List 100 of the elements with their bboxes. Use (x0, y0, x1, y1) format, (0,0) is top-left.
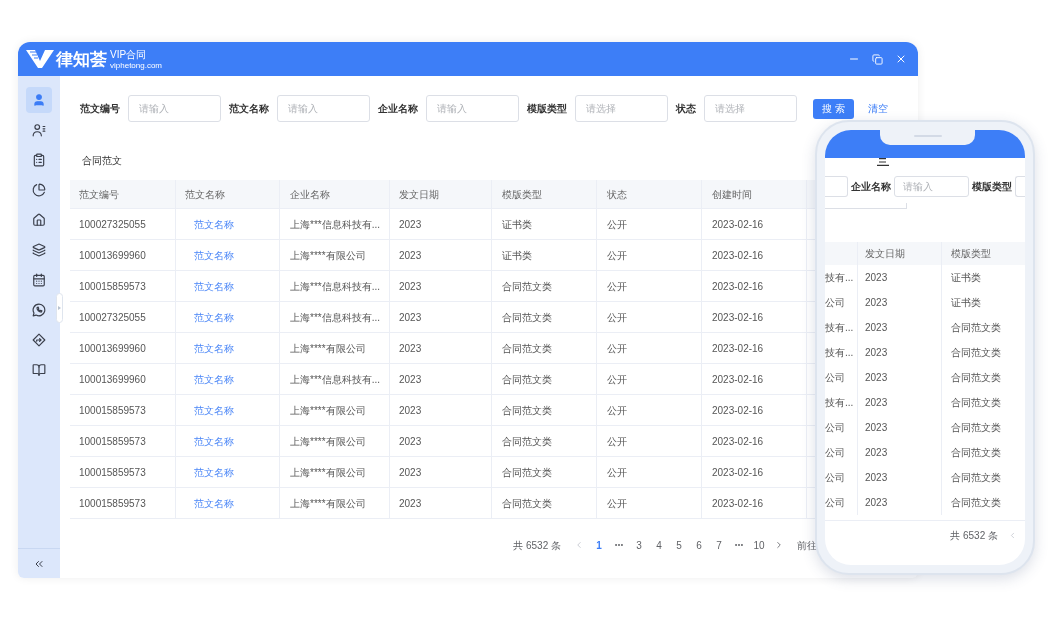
page-button[interactable]: 3 (629, 537, 649, 553)
table-cell-text: 上海****有限公司 (290, 496, 366, 511)
input-field[interactable]: 请输入 (894, 176, 969, 197)
template-name-link[interactable]: 范文名称 (194, 402, 234, 418)
table-cell-text: 2023 (399, 496, 422, 511)
table-cell-text: 2023 (399, 403, 422, 418)
table-cell-text: 公开 (607, 465, 627, 480)
table-cell-text: 合同范文类 (951, 471, 1001, 485)
table-cell-text: 公开 (607, 310, 627, 325)
table-cell-text: 上海****有限公司 (290, 403, 366, 418)
table-cell-text: 公开 (607, 341, 627, 356)
table-cell-text: 2023 (399, 434, 422, 449)
clipboard-icon (32, 153, 46, 167)
table-cell-text: 100015859573 (79, 279, 146, 294)
field-label: 范文名称 (229, 102, 269, 116)
field-label: 模版类型 (527, 102, 567, 116)
close-icon[interactable] (895, 53, 907, 65)
page-button[interactable]: 5 (669, 537, 689, 553)
table-cell-text: 公开 (607, 279, 627, 294)
template-name-link[interactable]: 范文名称 (194, 371, 234, 387)
table-cell-text: 证书类 (951, 296, 981, 310)
house-icon (32, 213, 46, 227)
page-button[interactable]: 7 (709, 537, 729, 553)
template-name-link[interactable]: 范文名称 (194, 464, 234, 480)
restore-icon[interactable] (872, 53, 883, 65)
table-cell-text: 合同范文类 (951, 346, 1001, 360)
table-cell-text: 2023 (399, 341, 422, 356)
diamond-arrow-icon (32, 333, 46, 347)
table-cell-text: 100027325055 (79, 310, 146, 325)
template-name-link[interactable]: 范文名称 (194, 247, 234, 263)
table-cell-text: 合同范文类 (951, 371, 1001, 385)
table-cell-text: 2023 (865, 321, 888, 335)
user-icon (32, 93, 46, 107)
page-button[interactable]: 1 (589, 537, 609, 553)
table-cell-text: 合同范文类 (502, 465, 552, 480)
column-header: 创建时间 (712, 187, 752, 202)
table-cell-text: 上海****有限公司 (290, 434, 366, 449)
table-cell-text: 上海****有限公司 (290, 465, 366, 480)
template-name-link[interactable]: 范文名称 (194, 495, 234, 511)
field-label: 状态 (676, 102, 696, 116)
input-field[interactable]: 请选择 (575, 95, 668, 122)
template-name-link[interactable]: 范文名称 (194, 309, 234, 325)
sidebar-toggle[interactable] (56, 293, 63, 323)
page-button[interactable]: 10 (749, 537, 769, 553)
input-field[interactable]: 请输入 (128, 95, 221, 122)
page-button[interactable]: 6 (689, 537, 709, 553)
table-cell-text: 上海***信息科技有... (290, 279, 380, 294)
table-cell-text: 2023-02-16 (712, 341, 764, 356)
table-cell-text: 上海***信息科技有... (290, 372, 380, 387)
column-header: 发文日期 (399, 187, 439, 202)
table-cell-text: 2023 (865, 471, 888, 485)
table-cell-text: 上海***信息科技有... (290, 217, 380, 232)
page-button[interactable]: 4 (649, 537, 669, 553)
field-label: 企业名称 (378, 102, 418, 116)
template-name-link[interactable]: 范文名称 (194, 433, 234, 449)
table-cell-text: 100015859573 (79, 496, 146, 511)
table-cell-text: 证书类 (951, 271, 981, 285)
user-list-icon (32, 123, 46, 137)
table-cell-text: 技有... (825, 271, 854, 285)
pagination-total: 共 6532 条 (950, 529, 998, 543)
table-cell-text: 2023 (865, 371, 888, 385)
table-cell-text: 公开 (607, 403, 627, 418)
table-cell-text: 合同范文类 (951, 446, 1001, 460)
table-cell-text: 2023-02-16 (712, 248, 764, 263)
field-label: 模版类型 (972, 180, 1012, 194)
logo-text: 律知荟 (56, 50, 107, 68)
table-cell-text: 公开 (607, 217, 627, 232)
table-cell-text: 上海****有限公司 (290, 341, 366, 356)
table-cell-text: 2023 (399, 248, 422, 263)
table-cell-text: 2023-02-16 (712, 217, 764, 232)
template-name-link[interactable]: 范文名称 (194, 278, 234, 294)
template-name-link[interactable]: 范文名称 (194, 216, 234, 232)
table-cell-text: 2023 (865, 496, 888, 510)
table-cell-text: 2023-02-16 (712, 434, 764, 449)
table-cell-text: 合同范文类 (502, 403, 552, 418)
next-page-icon[interactable] (774, 540, 784, 550)
table-cell-text: 公司 (825, 421, 845, 435)
table-cell-text: 100013699960 (79, 341, 146, 356)
table-cell-text: 技有... (825, 396, 854, 410)
input-field[interactable]: 请输入 (277, 95, 370, 122)
column-header: 模版类型 (951, 247, 991, 261)
table-cell-text: 公司 (825, 496, 845, 510)
table-cell-text: 公司 (825, 371, 845, 385)
table-cell-text: 公开 (607, 434, 627, 449)
input-field[interactable]: 请输入 (426, 95, 519, 122)
input-field[interactable]: 请选择 (704, 95, 797, 122)
table-cell-text: 上海****有限公司 (290, 248, 366, 263)
table-cell-text: 2023 (399, 217, 422, 232)
search-button[interactable]: 搜 索 (813, 98, 854, 119)
table-cell-text: 公开 (607, 372, 627, 387)
table-cell-text: 2023 (865, 446, 888, 460)
template-name-link[interactable]: 范文名称 (194, 340, 234, 356)
table-cell-text: 2023 (399, 372, 422, 387)
input-field[interactable] (825, 176, 848, 197)
table-cell-text: 合同范文类 (502, 496, 552, 511)
table-cell-text: 公司 (825, 296, 845, 310)
table-cell-text: 2023 (399, 279, 422, 294)
menu-icon[interactable] (877, 158, 889, 166)
book-icon (32, 363, 46, 377)
clear-button[interactable]: 清空 (868, 101, 888, 116)
